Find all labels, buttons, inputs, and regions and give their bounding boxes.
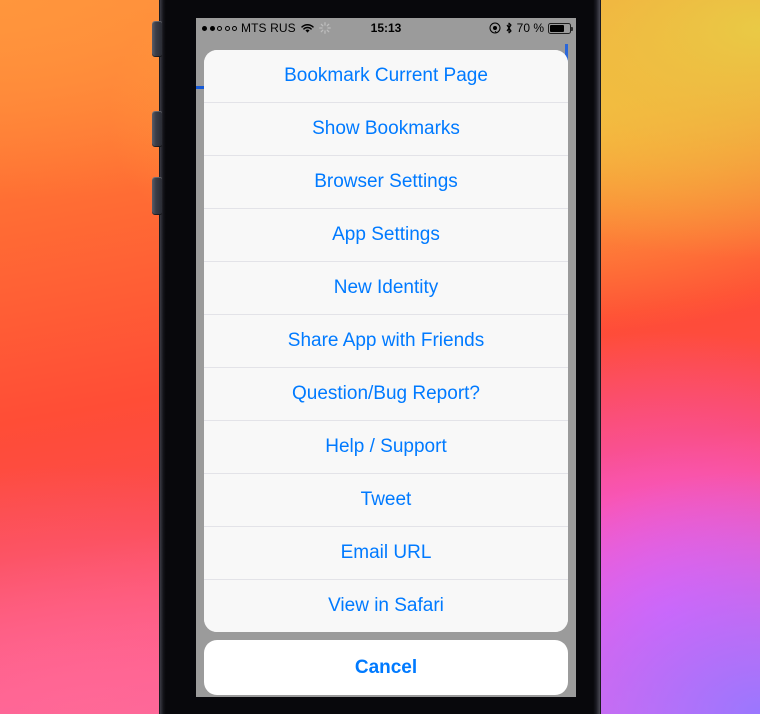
action-sheet-options: Bookmark Current Page Show Bookmarks Bro… [204, 50, 568, 632]
action-sheet-item-tweet[interactable]: Tweet [204, 473, 568, 526]
phone-device: MTS RUS 15:13 70 % Bookmark Current Page… [152, 0, 600, 714]
volume-up-button[interactable] [152, 111, 162, 147]
action-sheet-item-new-identity[interactable]: New Identity [204, 261, 568, 314]
action-sheet: Bookmark Current Page Show Bookmarks Bro… [204, 50, 568, 695]
action-sheet-item-app-settings[interactable]: App Settings [204, 208, 568, 261]
cancel-button[interactable]: Cancel [204, 640, 568, 695]
page-progress-indicator-left [196, 86, 204, 89]
action-sheet-item-browser-settings[interactable]: Browser Settings [204, 155, 568, 208]
action-sheet-item-email-url[interactable]: Email URL [204, 526, 568, 579]
action-sheet-item-bug-report[interactable]: Question/Bug Report? [204, 367, 568, 420]
action-sheet-item-view-in-safari[interactable]: View in Safari [204, 579, 568, 632]
battery-icon [548, 22, 573, 34]
action-sheet-item-share-app[interactable]: Share App with Friends [204, 314, 568, 367]
action-sheet-item-help-support[interactable]: Help / Support [204, 420, 568, 473]
phone-right-edge [593, 0, 600, 714]
action-sheet-item-show-bookmarks[interactable]: Show Bookmarks [204, 102, 568, 155]
phone-screen: MTS RUS 15:13 70 % Bookmark Current Page… [196, 18, 576, 697]
status-bar-right: 70 % [489, 18, 573, 38]
battery-percent-label: 70 % [516, 21, 544, 35]
battery-fill [550, 24, 564, 32]
mute-switch-button[interactable] [152, 21, 162, 57]
status-bar: MTS RUS 15:13 70 % [196, 18, 576, 38]
volume-down-button[interactable] [152, 177, 162, 215]
action-sheet-item-bookmark-current-page[interactable]: Bookmark Current Page [204, 50, 568, 102]
bluetooth-icon [506, 22, 512, 34]
location-services-icon [489, 22, 501, 34]
phone-left-edge [160, 0, 166, 714]
